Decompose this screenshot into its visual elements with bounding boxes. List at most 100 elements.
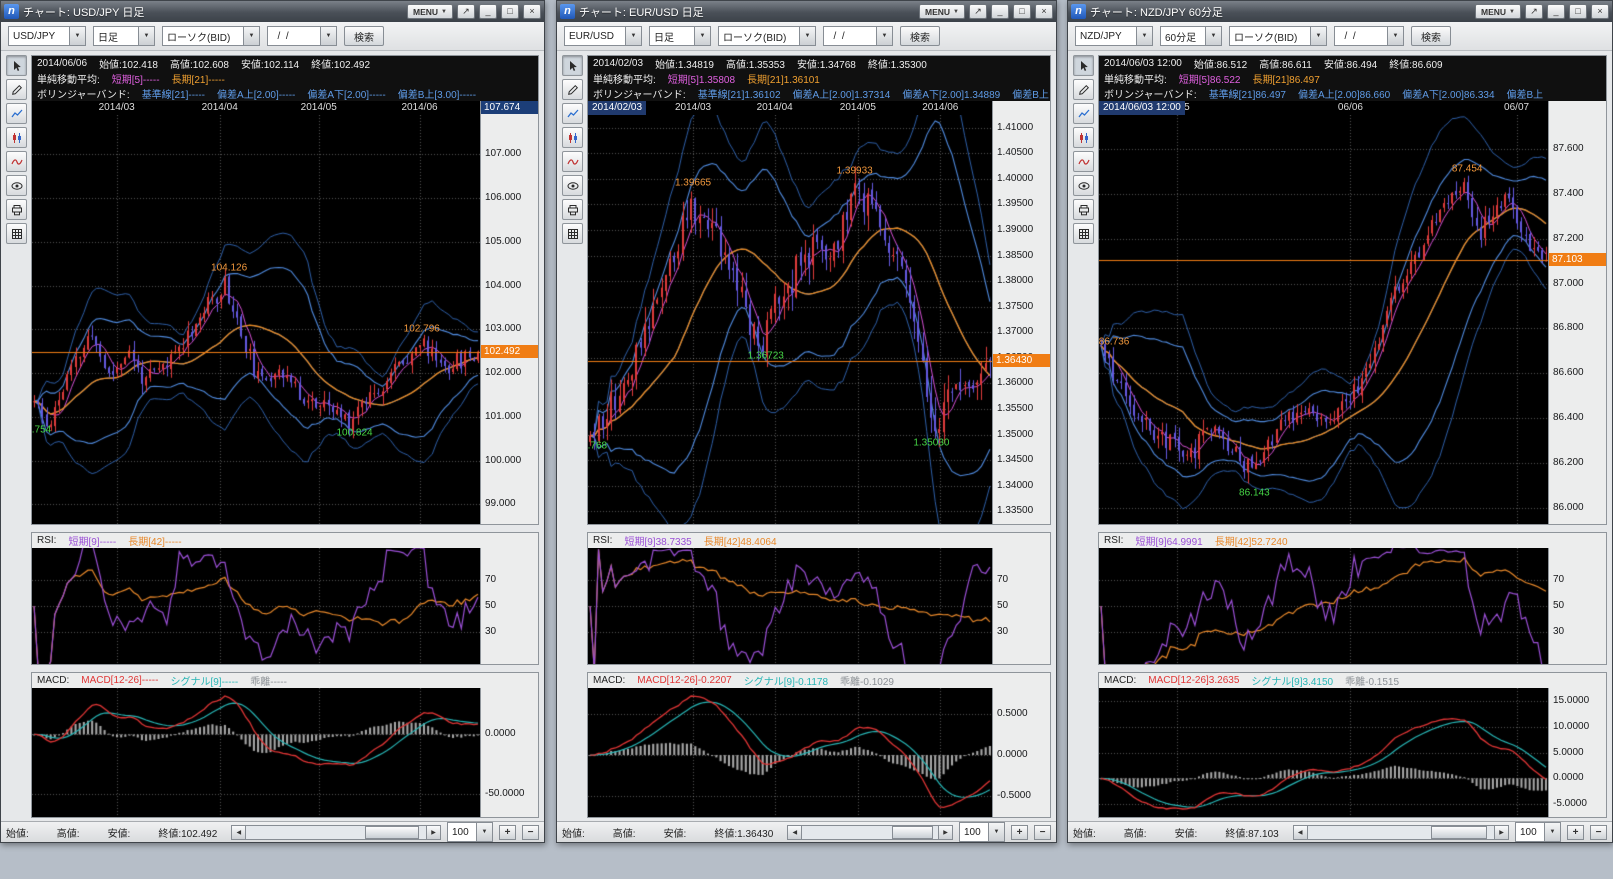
close-button[interactable]: ×: [1591, 4, 1609, 19]
line-chart-icon[interactable]: [6, 103, 27, 124]
date-input[interactable]: / /▼: [823, 26, 893, 46]
grid-icon[interactable]: [6, 223, 27, 244]
rsi-chart[interactable]: [32, 548, 480, 664]
timeframe-select[interactable]: 60分足▼: [1160, 26, 1222, 46]
bar-count-select[interactable]: 100▼: [447, 822, 493, 842]
grid-icon[interactable]: [562, 223, 583, 244]
zoom-out-button[interactable]: −: [1034, 825, 1051, 840]
candlestick-icon[interactable]: [6, 127, 27, 148]
cursor-icon[interactable]: [1073, 55, 1094, 76]
zoom-in-button[interactable]: +: [499, 825, 516, 840]
printer-icon[interactable]: [1073, 199, 1094, 220]
rsi-chart[interactable]: [588, 548, 992, 664]
date-input[interactable]: / /▼: [267, 26, 337, 46]
menu-label: MENU: [413, 7, 438, 17]
scrollbar-track[interactable]: [246, 825, 426, 840]
date-input[interactable]: / /▼: [1334, 26, 1404, 46]
cursor-icon[interactable]: [6, 55, 27, 76]
scrollbar-thumb[interactable]: [892, 826, 933, 839]
titlebar[interactable]: n チャート: NZD/JPY 60分足 MENU▼ ↗ _ □ ×: [1068, 1, 1612, 22]
search-button[interactable]: 検索: [1411, 26, 1451, 46]
line-chart-icon[interactable]: [562, 103, 583, 124]
cursor-icon[interactable]: [562, 55, 583, 76]
minimize-button[interactable]: _: [991, 4, 1009, 19]
open-value: 始値:1.34819: [655, 56, 714, 71]
macd-chart[interactable]: [1099, 688, 1548, 817]
menu-button[interactable]: MENU▼: [407, 4, 453, 19]
chevron-down-icon: ▼: [1544, 823, 1560, 841]
candlestick-icon[interactable]: [562, 127, 583, 148]
maximize-button[interactable]: □: [1013, 4, 1031, 19]
macd-chart[interactable]: [32, 688, 480, 817]
eye-icon[interactable]: [562, 175, 583, 196]
main-chart[interactable]: 1.396651.399331.367231.35030.768: [588, 115, 992, 524]
scrollbar-thumb[interactable]: [365, 826, 419, 839]
eye-icon[interactable]: [1073, 175, 1094, 196]
search-button[interactable]: 検索: [900, 26, 940, 46]
pencil-icon[interactable]: [1073, 79, 1094, 100]
macd-chart[interactable]: [588, 688, 992, 817]
close-button[interactable]: ×: [1035, 4, 1053, 19]
titlebar[interactable]: n チャート: USD/JPY 日足 MENU▼ ↗ _ □ ×: [1, 1, 544, 22]
pair-select[interactable]: NZD/JPY▼: [1075, 26, 1153, 46]
menu-button[interactable]: MENU▼: [1475, 4, 1521, 19]
menu-button[interactable]: MENU▼: [919, 4, 965, 19]
chart-type-select[interactable]: ローソク(BID)▼: [1229, 26, 1327, 46]
pair-select[interactable]: EUR/USD▼: [564, 26, 642, 46]
scroll-left-button[interactable]: ◀: [787, 825, 802, 840]
candlestick-icon[interactable]: [1073, 127, 1094, 148]
chart-scrollbar[interactable]: ◀ ▶: [787, 825, 953, 840]
scrollbar-thumb[interactable]: [1431, 826, 1487, 839]
printer-icon[interactable]: [562, 199, 583, 220]
price-axis[interactable]: 1.410001.405001.400001.395001.390001.385…: [992, 101, 1050, 524]
line-chart-icon[interactable]: [1073, 103, 1094, 124]
chart-type-select[interactable]: ローソク(BID)▼: [162, 26, 260, 46]
bar-count-select[interactable]: 100▼: [959, 822, 1005, 842]
pencil-icon[interactable]: [562, 79, 583, 100]
pair-select[interactable]: USD/JPY▼: [8, 26, 86, 46]
chart-type-select[interactable]: ローソク(BID)▼: [718, 26, 816, 46]
minimize-button[interactable]: _: [479, 4, 497, 19]
zoom-in-button[interactable]: +: [1011, 825, 1028, 840]
minimize-button[interactable]: _: [1547, 4, 1565, 19]
maximize-button[interactable]: □: [501, 4, 519, 19]
eye-icon[interactable]: [6, 175, 27, 196]
popout-button[interactable]: ↗: [457, 4, 475, 19]
timeframe-select[interactable]: 日足▼: [93, 26, 155, 46]
maximize-button[interactable]: □: [1569, 4, 1587, 19]
chart-scrollbar[interactable]: ◀ ▶: [231, 825, 441, 840]
macd-chart-body: 0.50000.0000-0.5000: [588, 688, 1050, 817]
price-axis[interactable]: 107.000106.000105.000104.000103.000102.0…: [480, 101, 538, 524]
scroll-left-button[interactable]: ◀: [231, 825, 246, 840]
main-chart-panel: 2014/06/03 12:00 始値:86.512 高値:86.611 安値:…: [1098, 55, 1607, 525]
titlebar[interactable]: n チャート: EUR/USD 日足 MENU▼ ↗ _ □ ×: [557, 1, 1056, 22]
zoom-out-button[interactable]: −: [522, 825, 539, 840]
popout-button[interactable]: ↗: [969, 4, 987, 19]
scroll-right-button[interactable]: ▶: [1494, 825, 1509, 840]
popout-button[interactable]: ↗: [1525, 4, 1543, 19]
grid-icon[interactable]: [1073, 223, 1094, 244]
timeframe-select[interactable]: 日足▼: [649, 26, 711, 46]
pencil-icon[interactable]: [6, 79, 27, 100]
bar-count-select[interactable]: 100▼: [1515, 822, 1561, 842]
main-chart[interactable]: 87.45486.14386.736: [1099, 115, 1548, 524]
scrollbar-track[interactable]: [1308, 825, 1494, 840]
axis-highlight-badge: 107.674: [481, 101, 538, 114]
scroll-right-button[interactable]: ▶: [426, 825, 441, 840]
scroll-right-button[interactable]: ▶: [938, 825, 953, 840]
search-button[interactable]: 検索: [344, 26, 384, 46]
main-chart[interactable]: 104.126102.796100.824.754: [32, 115, 480, 524]
price-axis[interactable]: 87.60087.40087.20087.00086.80086.60086.4…: [1548, 101, 1606, 524]
chart-scrollbar[interactable]: ◀ ▶: [1293, 825, 1509, 840]
scrollbar-track[interactable]: [802, 825, 938, 840]
zoom-in-button[interactable]: +: [1567, 825, 1584, 840]
close-button[interactable]: ×: [523, 4, 541, 19]
indicator-icon[interactable]: [562, 151, 583, 172]
scroll-left-button[interactable]: ◀: [1293, 825, 1308, 840]
rsi-chart[interactable]: [1099, 548, 1548, 664]
indicator-icon[interactable]: [1073, 151, 1094, 172]
ohlc-info-row: 2014/02/03 始値:1.34819 高値:1.35353 安値:1.34…: [588, 56, 1050, 71]
indicator-icon[interactable]: [6, 151, 27, 172]
printer-icon[interactable]: [6, 199, 27, 220]
zoom-out-button[interactable]: −: [1590, 825, 1607, 840]
